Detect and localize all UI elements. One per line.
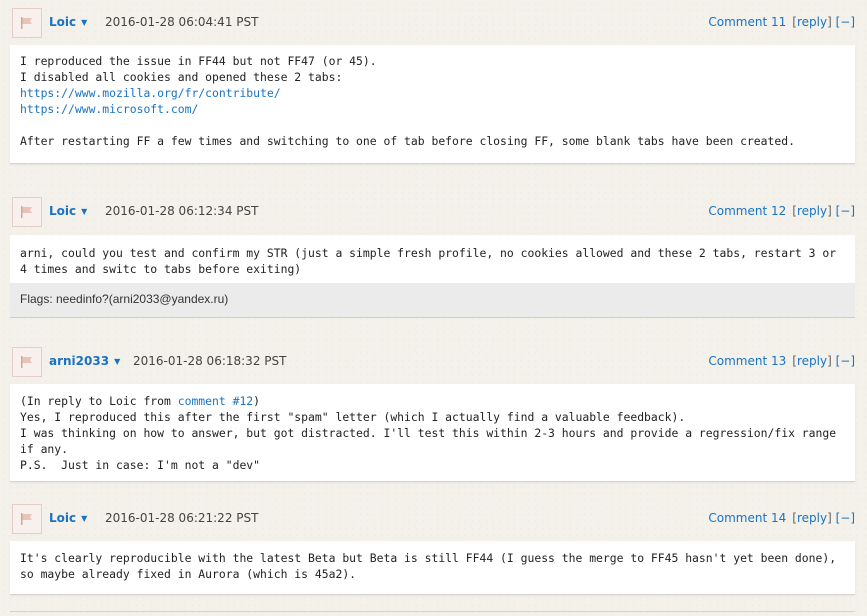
comment-number-link[interactable]: Comment 12 bbox=[708, 204, 786, 218]
collapse-toggle[interactable]: [−] bbox=[836, 15, 855, 29]
comment-line: Yes, I reproduced this after the first "… bbox=[20, 410, 837, 472]
author-link[interactable]: Loic ▼ bbox=[49, 511, 87, 525]
divider bbox=[10, 611, 855, 612]
author-link[interactable]: Loic ▼ bbox=[49, 204, 87, 218]
url-link[interactable]: https://www.microsoft.com/ bbox=[20, 102, 198, 116]
flag-icon bbox=[21, 513, 32, 525]
flag-icon bbox=[21, 17, 32, 29]
comment-actions: Comment 14 [reply] [−] bbox=[708, 511, 855, 525]
comment-timestamp[interactable]: 2016-01-28 06:18:32 PST bbox=[133, 354, 286, 368]
comment-number-link[interactable]: Comment 14 bbox=[708, 511, 786, 525]
flag-icon bbox=[21, 206, 32, 218]
reply-link[interactable]: reply bbox=[797, 511, 827, 525]
comment-text: I reproduced the issue in FF44 but not F… bbox=[10, 45, 855, 164]
chevron-down-icon[interactable]: ▼ bbox=[81, 207, 87, 216]
comment-actions: Comment 12 [reply] [−] bbox=[708, 204, 855, 218]
comment-header: Loic ▼ 2016-01-28 06:21:22 PST Comment 14… bbox=[10, 496, 855, 534]
comment-13: arni2033 ▼ 2016-01-28 06:18:32 PST Commen… bbox=[10, 339, 855, 482]
comment-actions: Comment 13 [reply] [−] bbox=[708, 354, 855, 368]
chevron-down-icon[interactable]: ▼ bbox=[81, 514, 87, 523]
comment-header: Loic ▼ 2016-01-28 06:04:41 PST Comment 11… bbox=[10, 0, 855, 38]
reply-link[interactable]: reply bbox=[797, 354, 827, 368]
comment-line: After restarting FF a few times and swit… bbox=[20, 134, 795, 148]
collapse-toggle[interactable]: [−] bbox=[836, 204, 855, 218]
comment-line: I reproduced the issue in FF44 but not F… bbox=[20, 54, 377, 68]
comment-text: It's clearly reproducible with the lates… bbox=[10, 541, 855, 595]
comment-actions: Comment 11 [reply] [−] bbox=[708, 15, 855, 29]
author-link[interactable]: arni2033 ▼ bbox=[49, 354, 120, 368]
flag-icon bbox=[21, 356, 32, 368]
avatar[interactable] bbox=[12, 8, 42, 38]
comment-timestamp[interactable]: 2016-01-28 06:12:34 PST bbox=[105, 204, 258, 218]
comment-header: arni2033 ▼ 2016-01-28 06:18:32 PST Commen… bbox=[10, 339, 855, 377]
comment-12: Loic ▼ 2016-01-28 06:12:34 PST Comment 12… bbox=[10, 189, 855, 318]
comment-timestamp[interactable]: 2016-01-28 06:04:41 PST bbox=[105, 15, 258, 29]
reply-prefix: (In reply to Loic from bbox=[20, 394, 178, 408]
collapse-toggle[interactable]: [−] bbox=[836, 511, 855, 525]
url-link[interactable]: https://www.mozilla.org/fr/contribute/ bbox=[20, 86, 281, 100]
comment-number-link[interactable]: Comment 13 bbox=[708, 354, 786, 368]
comment-text: (In reply to Loic from comment #12) Yes,… bbox=[10, 384, 855, 482]
comment-number-link[interactable]: Comment 11 bbox=[708, 15, 786, 29]
chevron-down-icon[interactable]: ▼ bbox=[114, 357, 120, 366]
comment-reference-link[interactable]: comment #12 bbox=[178, 394, 253, 408]
comment-header: Loic ▼ 2016-01-28 06:12:34 PST Comment 12… bbox=[10, 189, 855, 227]
comment-14: Loic ▼ 2016-01-28 06:21:22 PST Comment 14… bbox=[10, 496, 855, 595]
author-link[interactable]: Loic ▼ bbox=[49, 15, 87, 29]
reply-link[interactable]: reply bbox=[797, 204, 827, 218]
avatar[interactable] bbox=[12, 347, 42, 377]
comment-text: arni, could you test and confirm my STR … bbox=[10, 235, 855, 283]
reply-suffix: ) bbox=[253, 394, 261, 408]
chevron-down-icon[interactable]: ▼ bbox=[81, 18, 87, 27]
avatar[interactable] bbox=[12, 197, 42, 227]
avatar[interactable] bbox=[12, 504, 42, 534]
collapse-toggle[interactable]: [−] bbox=[836, 354, 855, 368]
reply-link[interactable]: reply bbox=[797, 15, 827, 29]
comment-11: Loic ▼ 2016-01-28 06:04:41 PST Comment 11… bbox=[10, 0, 855, 164]
flags-bar: Flags: needinfo?(arni2033@yandex.ru) bbox=[10, 283, 855, 318]
comment-line: I disabled all cookies and opened these … bbox=[20, 70, 343, 84]
comment-timestamp[interactable]: 2016-01-28 06:21:22 PST bbox=[105, 511, 258, 525]
